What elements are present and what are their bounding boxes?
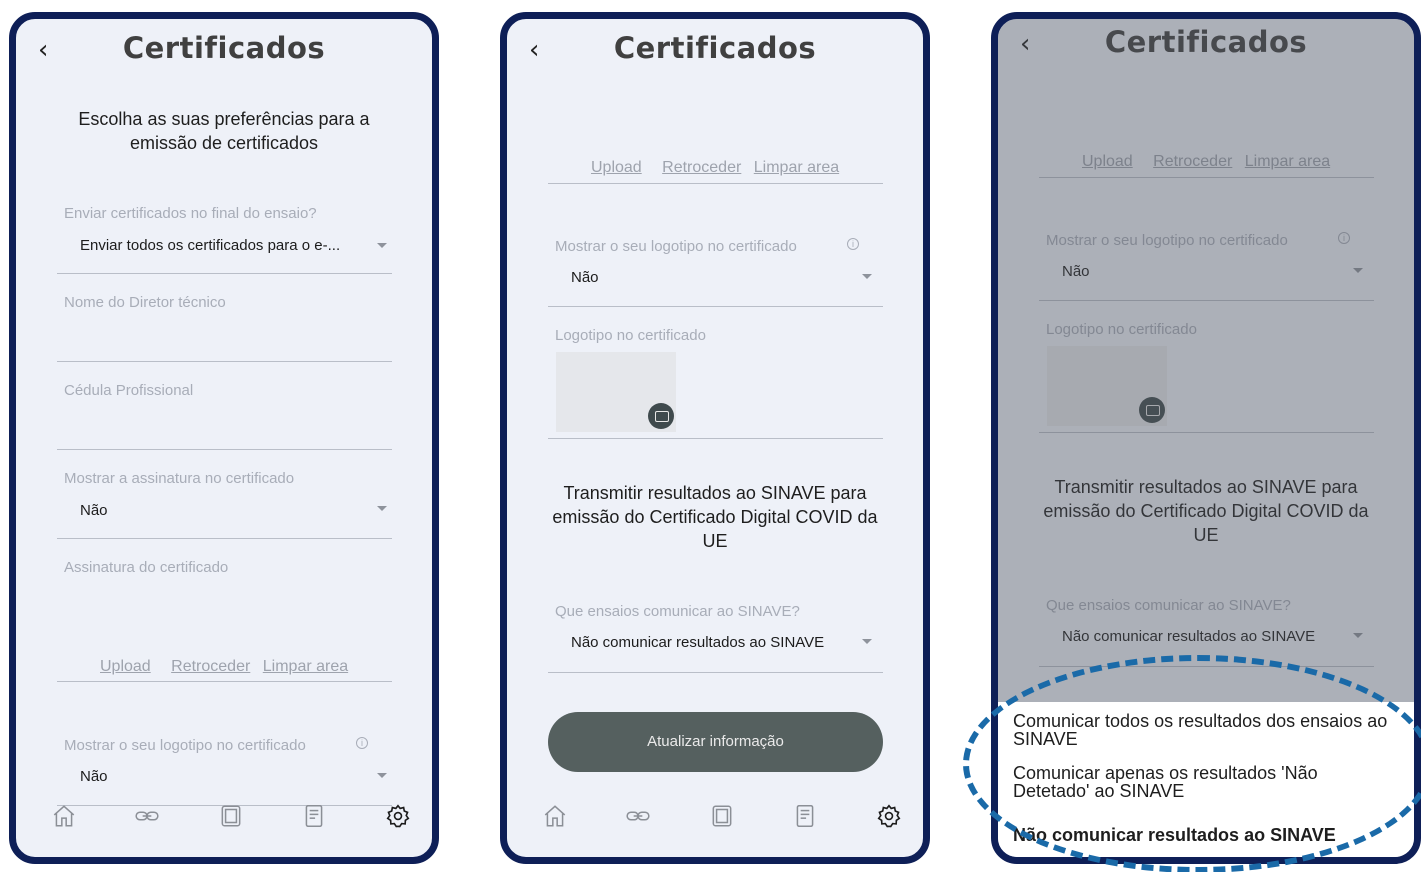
home-icon[interactable] <box>542 803 568 829</box>
show-signature-select[interactable]: Não <box>80 502 108 519</box>
divider <box>57 538 392 539</box>
clear-area-link[interactable]: Limpar area <box>754 159 839 176</box>
show-logo-select[interactable]: Não <box>80 768 108 785</box>
signature-actions: Upload Retroceder Limpar area <box>100 658 348 676</box>
divider <box>57 681 392 682</box>
undo-link[interactable]: Retroceder <box>662 159 741 176</box>
show-logo-label: Mostrar o seu logotipo no certificado <box>64 737 306 754</box>
link-icon[interactable] <box>134 803 160 829</box>
sinave-tests-select[interactable]: Não comunicar resultados ao SINAVE <box>571 634 824 651</box>
phone-screen-preferences: ‹ Certificados Escolha as suas preferênc… <box>9 12 439 864</box>
info-icon[interactable]: i <box>356 737 368 749</box>
camera-icon[interactable] <box>648 403 674 429</box>
phone-screen-sinave-options: ‹ Certificados Upload Retroceder Limpar … <box>991 12 1421 864</box>
divider <box>57 273 392 274</box>
bottom-navigation <box>16 787 432 857</box>
document-icon[interactable] <box>792 803 818 829</box>
director-name-label: Nome do Diretor técnico <box>64 294 226 311</box>
chevron-down-icon[interactable] <box>862 639 872 644</box>
page-title: Certificados <box>122 31 326 65</box>
option-no-communication-selected[interactable]: Não comunicar resultados ao SINAVE <box>1013 826 1396 844</box>
divider <box>548 672 883 673</box>
send-certificates-label: Enviar certificados no final do ensaio? <box>64 205 317 222</box>
show-logo-label: Mostrar o seu logotipo no certificado <box>555 238 797 255</box>
option-not-detected[interactable]: Comunicar apenas os resultados 'Não Dete… <box>1013 764 1396 800</box>
chevron-down-icon[interactable] <box>377 506 387 511</box>
professional-id-label: Cédula Profissional <box>64 382 194 399</box>
send-certificates-select[interactable]: Enviar todos os certificados para o e-..… <box>80 237 340 254</box>
info-icon[interactable]: i <box>847 238 859 250</box>
sinave-tests-label: Que ensaios comunicar ao SINAVE? <box>555 603 800 620</box>
chevron-down-icon[interactable] <box>862 274 872 279</box>
director-name-input[interactable] <box>57 361 392 362</box>
tablet-icon[interactable] <box>709 803 735 829</box>
signature-field-label: Assinatura do certificado <box>64 559 229 576</box>
option-all-results[interactable]: Comunicar todos os resultados dos ensaio… <box>1013 712 1396 748</box>
divider <box>548 306 883 307</box>
chevron-down-icon[interactable] <box>377 243 387 248</box>
link-icon[interactable] <box>625 803 651 829</box>
show-logo-select[interactable]: Não <box>571 269 599 286</box>
divider <box>548 438 883 439</box>
phone-screen-logo-sinave: ‹ Certificados Upload Retroceder Limpar … <box>500 12 930 864</box>
sinave-options-sheet: Comunicar todos os resultados dos ensaio… <box>998 702 1414 857</box>
sinave-heading: Transmitir resultados ao SINAVE para emi… <box>552 483 878 551</box>
undo-link[interactable]: Retroceder <box>171 658 250 675</box>
upload-link[interactable]: Upload <box>591 159 642 176</box>
tablet-icon[interactable] <box>218 803 244 829</box>
chevron-down-icon[interactable] <box>377 773 387 778</box>
bottom-navigation <box>507 787 923 857</box>
settings-icon[interactable] <box>385 803 411 829</box>
show-signature-label: Mostrar a assinatura no certificado <box>64 470 295 487</box>
intro-text: Escolha as suas preferências para a emis… <box>78 109 370 153</box>
upload-link[interactable]: Upload <box>100 658 151 675</box>
settings-icon[interactable] <box>876 803 902 829</box>
update-info-button[interactable]: Atualizar informação <box>548 712 883 772</box>
modal-backdrop[interactable] <box>998 19 1414 702</box>
logo-field-label: Logotipo no certificado <box>555 327 706 344</box>
signature-actions: Upload Retroceder Limpar area <box>591 159 839 177</box>
home-icon[interactable] <box>51 803 77 829</box>
clear-area-link[interactable]: Limpar area <box>263 658 348 675</box>
page-title: Certificados <box>613 31 817 65</box>
document-icon[interactable] <box>301 803 327 829</box>
divider <box>548 183 883 184</box>
professional-id-input[interactable] <box>57 449 392 450</box>
